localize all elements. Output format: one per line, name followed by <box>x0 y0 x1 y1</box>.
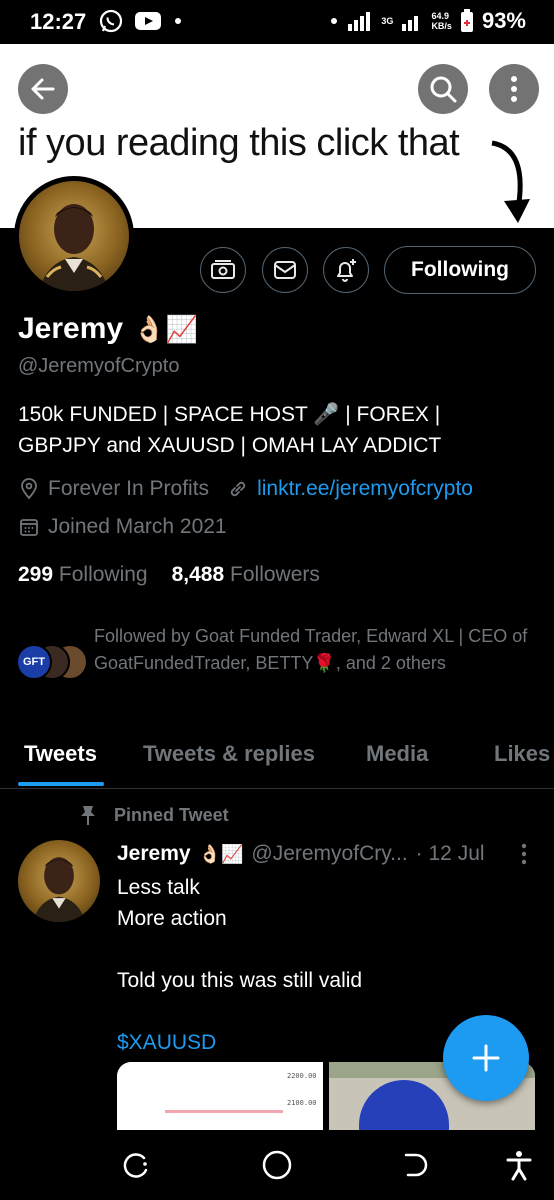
tweet-header: Jeremy 👌🏻📈 @JeremyofCry... · 12 Jul <box>117 842 485 866</box>
system-nav-bar <box>0 1130 554 1200</box>
tweet-more-icon[interactable] <box>516 842 532 866</box>
tweet-media-chart[interactable]: 2200.00 2100.00 <box>117 1062 323 1132</box>
profile-handle: @JeremyofCrypto <box>18 355 180 377</box>
avatar-portrait <box>39 204 109 291</box>
name-emojis: 👌🏻📈 <box>133 313 198 344</box>
notifications-button[interactable] <box>323 247 369 293</box>
tab-tweets[interactable]: Tweets <box>24 741 97 767</box>
location-pin-icon <box>21 478 37 500</box>
tweet-line: Less talk <box>117 876 200 899</box>
tab-likes[interactable]: Likes <box>494 741 550 767</box>
signal-icon <box>402 16 419 31</box>
banner-text: if you reading this click that <box>18 122 460 164</box>
profile-avatar[interactable] <box>14 176 134 296</box>
chart-level-line <box>165 1110 283 1113</box>
avatar-portrait <box>32 857 86 922</box>
network-speed: 64.9 KB/s <box>431 11 452 31</box>
more-vertical-icon <box>511 76 517 102</box>
display-name: Jeremy <box>18 312 124 345</box>
back-nav-icon[interactable] <box>398 1148 432 1182</box>
tweet-author-handle: @JeremyofCry... <box>251 842 408 865</box>
curved-arrow-icon <box>491 140 530 223</box>
location-text: Forever In Profits <box>48 477 210 500</box>
tweet-line: More action <box>117 907 227 930</box>
following-count-link[interactable]: 299 Following <box>18 563 148 587</box>
bio-line: 150k FUNDED | SPACE HOST 🎤 | FOREX | <box>18 403 441 426</box>
more-options-button[interactable] <box>489 64 539 114</box>
search-button[interactable] <box>418 64 468 114</box>
followers-you-know-avatars[interactable]: GFT <box>16 644 90 680</box>
bio-line: GBPJPY and XAUUSD | OMAH LAY ADDICT <box>18 434 442 457</box>
profile-tabs: Tweets Tweets & replies Media Likes <box>0 725 554 789</box>
tweet-line: Told you this was still valid <box>117 969 363 992</box>
profile-bio: 150k FUNDED | SPACE HOST 🎤 | FOREX | GBP… <box>18 399 538 461</box>
network-generation: 3G <box>381 16 394 26</box>
chart-tick-label: 2100.00 <box>287 1099 317 1107</box>
tweet-date: · 12 Jul <box>415 842 485 865</box>
follow-counts: 299 Following 8,488 Followers <box>18 563 320 587</box>
author-emojis: 👌🏻📈 <box>198 843 244 864</box>
battery-percent: 93% <box>481 8 526 33</box>
recents-icon[interactable] <box>120 1148 154 1182</box>
profile-joined: Joined March 2021 <box>18 515 227 539</box>
profile-meta: Forever In Profits linktr.ee/jeremyofcry… <box>18 477 473 501</box>
pin-icon <box>81 806 95 825</box>
back-button[interactable] <box>18 64 68 114</box>
tab-tweets-replies[interactable]: Tweets & replies <box>143 741 315 767</box>
following-button[interactable]: Following <box>384 246 536 294</box>
bell-plus-icon <box>337 259 356 282</box>
signal-icon <box>348 12 371 31</box>
dot-icon <box>331 18 338 24</box>
tweet-author-avatar[interactable] <box>18 840 100 922</box>
followers-count-link[interactable]: 8,488 Followers <box>172 563 320 587</box>
status-bar: 12:27 3G 64.9 KB/s 93% <box>0 0 554 44</box>
tab-media[interactable]: Media <box>366 741 428 767</box>
accessibility-icon[interactable] <box>502 1148 536 1182</box>
tip-button[interactable] <box>200 247 246 293</box>
home-icon[interactable] <box>260 1148 294 1182</box>
battery-icon <box>460 9 473 32</box>
status-time: 12:27 <box>30 9 87 34</box>
compose-tweet-button[interactable] <box>443 1015 529 1101</box>
profile-name: Jeremy 👌🏻📈 <box>18 312 198 346</box>
whatsapp-icon <box>99 9 123 33</box>
money-icon <box>211 260 235 279</box>
pinned-label: Pinned Tweet <box>78 804 229 826</box>
joined-text: Joined March 2021 <box>48 515 227 538</box>
link-icon <box>230 481 246 497</box>
calendar-icon <box>20 519 38 536</box>
plus-icon <box>472 1044 500 1072</box>
website-link[interactable]: linktr.ee/jeremyofcrypto <box>257 477 473 501</box>
mail-icon <box>274 261 296 279</box>
avatar: GFT <box>16 644 52 680</box>
chart-tick-label: 2200.00 <box>287 1072 317 1080</box>
youtube-icon <box>135 12 161 30</box>
followed-by-text[interactable]: Followed by Goat Funded Trader, Edward X… <box>94 623 534 677</box>
active-tab-indicator <box>18 782 104 786</box>
tweet-author-name[interactable]: Jeremy <box>117 842 191 866</box>
photo-subject <box>359 1080 449 1132</box>
message-button[interactable] <box>262 247 308 293</box>
dot-icon <box>175 18 181 24</box>
arrow-left-icon <box>31 78 55 100</box>
search-icon <box>430 76 457 103</box>
